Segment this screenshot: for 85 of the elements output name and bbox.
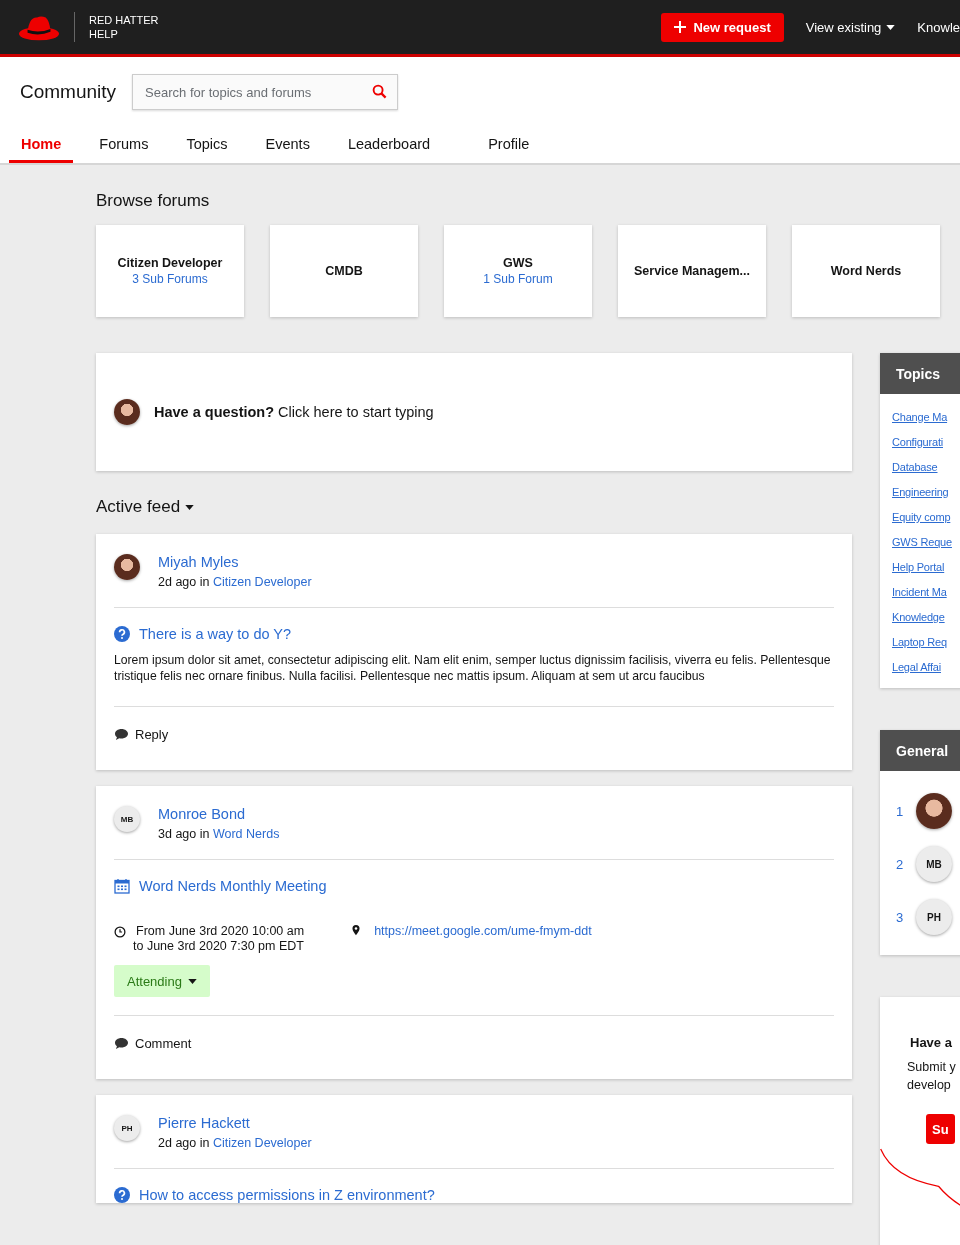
ask-question-card[interactable]: Have a question? Click here to start typing	[96, 353, 852, 471]
topic-link[interactable]: Legal Affai	[892, 658, 960, 676]
caret-icon	[886, 24, 896, 30]
author-link[interactable]: Monroe Bond	[158, 806, 280, 822]
forum-link[interactable]: Citizen Developer	[212, 575, 312, 589]
post-time: 2d ago in	[158, 575, 210, 589]
avatar-initials: MB	[916, 846, 952, 882]
forum-card[interactable]: CMDB	[270, 225, 418, 317]
search-icon[interactable]	[372, 84, 388, 99]
avatar-initials: PH	[916, 899, 952, 935]
community-title: Community	[20, 81, 117, 103]
tab[interactable]: Forums	[87, 127, 161, 163]
author-link[interactable]: Pierre Hackett	[158, 1115, 312, 1131]
plus-icon	[674, 21, 687, 33]
avatar-initials: MB	[114, 806, 140, 832]
avatar-photo	[114, 554, 140, 580]
forum-name: CMDB	[325, 264, 363, 278]
post-title-link[interactable]: There is a way to do Y?	[139, 626, 292, 642]
panel-header: Topics	[880, 353, 960, 394]
rank-number: 1	[896, 803, 904, 819]
tab[interactable]: Events	[253, 127, 322, 163]
meeting-link[interactable]: https://meet.google.com/ume-fmym-ddt	[374, 924, 592, 938]
post-time: 2d ago in	[158, 1136, 210, 1150]
nav-link[interactable]: Knowle	[917, 19, 960, 35]
post-body: Lorem ipsum dolor sit amet, consectetur adipiscing elit. Nam elit enim, semper luctus dignissim facilisis, viverra eu felis. Pellentesque tristique felis nec ornare finibus. Nulla facilisi. Pellentesque nec mattis ipsum. Aliquam at sem ut arcu faucibus	[114, 652, 832, 684]
forum-card[interactable]: Citizen Developer 3 Sub Forums	[96, 225, 244, 317]
avatar-photo	[916, 793, 952, 829]
avatar-photo	[114, 399, 140, 425]
author-link[interactable]: Miyah Myles	[158, 554, 312, 570]
forum-card[interactable]: Service Managem...	[618, 225, 766, 317]
topic-link[interactable]: Laptop Req	[892, 633, 960, 651]
comment-action[interactable]: Reply	[114, 725, 834, 770]
forum-name: GWS	[503, 256, 533, 270]
panel-header: General	[880, 730, 960, 771]
question-icon	[114, 626, 130, 642]
tab[interactable]: Profile	[476, 127, 542, 163]
topic-link[interactable]: Incident Ma	[892, 583, 960, 601]
event-start: From June 3rd 2020 10:00 am	[136, 924, 305, 938]
avatar-initials: PH	[114, 1115, 140, 1141]
caret-icon	[185, 504, 195, 510]
ask-question-prompt[interactable]: Have a question? Click here to start typing	[154, 404, 434, 420]
speech-bubble-icon	[114, 728, 129, 741]
tab[interactable]: Home	[9, 127, 74, 163]
forum-name: Word Nerds	[830, 264, 902, 278]
forum-name: Citizen Developer	[117, 256, 223, 270]
section-title: Browse forums	[96, 191, 211, 211]
search-field[interactable]: Search for topics and forums	[132, 74, 399, 110]
event-end: to June 3rd 2020 7:30 pm EDT	[133, 939, 305, 953]
feed-filter-dropdown[interactable]: Active feed	[96, 497, 852, 517]
comment-action[interactable]: Comment	[114, 1034, 834, 1079]
sub-forums-link[interactable]: 1 Sub Forum	[483, 272, 553, 286]
speech-bubble-icon	[114, 1037, 129, 1050]
topic-link[interactable]: GWS Reque	[892, 533, 960, 551]
rank-number: 2	[896, 856, 904, 872]
topic-link[interactable]: Equity comp	[892, 508, 960, 526]
brand-text: HELP	[89, 27, 119, 41]
submit-button[interactable]: Su	[926, 1114, 955, 1144]
new-request-button[interactable]: New request	[661, 12, 784, 42]
brand-text: RED HATTER	[89, 13, 159, 27]
topic-link[interactable]: Configurati	[892, 433, 960, 451]
promo-text: Submit y develop	[907, 1059, 956, 1094]
promo-title: Have a	[910, 1035, 952, 1050]
forum-card[interactable]: Word Nerds	[792, 225, 940, 317]
tab[interactable]: Topics	[174, 127, 240, 163]
forum-link[interactable]: Word Nerds	[212, 827, 280, 841]
forum-link[interactable]: Citizen Developer	[212, 1136, 312, 1150]
sub-forums-link[interactable]: 3 Sub Forums	[132, 272, 208, 286]
post-title-link[interactable]: How to access permissions in Z environment?	[139, 1187, 435, 1203]
topic-link[interactable]: Engineering	[892, 483, 960, 501]
clock-icon	[114, 926, 126, 938]
post-title-link[interactable]: Word Nerds Monthly Meeting	[139, 878, 327, 894]
attending-dropdown[interactable]: Attending	[114, 965, 210, 997]
topic-link[interactable]: Help Portal	[892, 558, 960, 576]
forum-card[interactable]: GWS 1 Sub Forum	[444, 225, 592, 317]
topic-link[interactable]: Change Ma	[892, 408, 960, 426]
rank-number: 3	[896, 909, 904, 925]
caret-icon	[187, 978, 197, 984]
forum-name: Service Managem...	[634, 264, 750, 278]
location-pin-icon	[352, 925, 361, 936]
tab[interactable]: Leaderboard	[335, 127, 443, 163]
calendar-icon	[114, 878, 130, 894]
post-time: 3d ago in	[158, 827, 210, 841]
topic-link[interactable]: Database	[892, 458, 960, 476]
nav-link[interactable]: View existing	[805, 19, 896, 35]
topic-link[interactable]: Knowledge	[892, 608, 960, 626]
